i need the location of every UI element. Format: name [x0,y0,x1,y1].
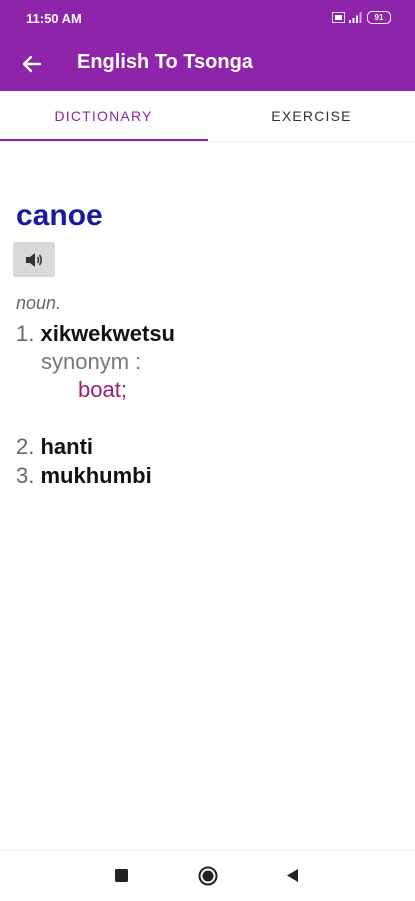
tab-exercise[interactable]: EXERCISE [208,91,415,141]
status-icons: 91 [332,11,391,24]
tab-indicator [0,139,208,141]
sense-number: 3. [16,463,35,488]
tab-bar: DICTIONARY EXERCISE [0,91,415,142]
sense-word: mukhumbi [40,463,152,488]
battery-icon: 91 [367,11,391,24]
part-of-speech: noun. [16,293,62,313]
back-triangle-icon [287,869,298,882]
sense-number: 2. [16,434,35,459]
speaker-icon [26,252,43,267]
system-nav-bar [0,850,415,901]
synonym-label: synonym : [41,349,142,374]
home-button[interactable] [198,866,218,891]
sense-item: 2. hanti [16,434,93,460]
back-arrow-icon [22,55,42,73]
headword: canoe [16,199,103,232]
back-button[interactable] [16,48,48,80]
pronounce-button[interactable] [13,242,55,277]
toolbar: English To Tsonga [0,38,415,91]
sense-word: xikwekwetsu [40,321,175,346]
sense-item: 3. mukhumbi [16,463,152,489]
recents-button[interactable] [115,869,128,887]
square-icon [115,869,128,882]
page-title: English To Tsonga [77,51,253,73]
system-back-button[interactable] [285,868,299,888]
sense-item: 1. xikwekwetsu [16,321,175,347]
battery-level: 91 [374,12,384,22]
sense-number: 1. [16,321,35,346]
signal-icon [349,12,362,23]
app-bar: 11:50 AM 91 English To Tsonga [0,0,415,91]
tab-dictionary[interactable]: DICTIONARY [0,91,207,141]
synonym-link[interactable]: boat; [78,377,127,403]
status-bar: 11:50 AM 91 [0,0,415,38]
sense-word: hanti [40,434,94,459]
network-icon [332,12,345,23]
status-time: 11:50 AM [26,11,82,26]
home-circle-icon [198,866,218,886]
